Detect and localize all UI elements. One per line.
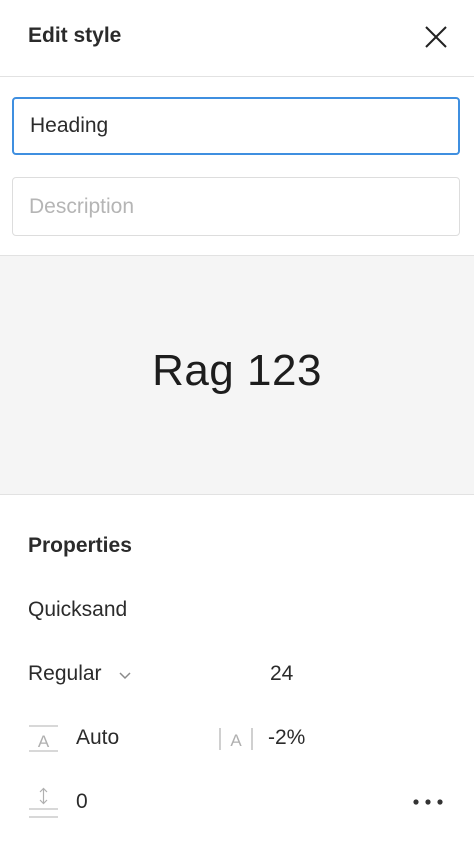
font-weight-select[interactable]: Regular: [28, 662, 102, 686]
paragraph-spacing-input[interactable]: 0: [76, 790, 88, 814]
header: Edit style: [0, 0, 474, 77]
letter-spacing-icon: A: [217, 726, 255, 752]
line-height-icon: A: [28, 724, 60, 754]
properties-heading: Properties: [28, 534, 132, 557]
preview-text: Rag 123: [152, 346, 322, 395]
svg-text:A: A: [230, 731, 242, 750]
font-family-select[interactable]: Quicksand: [28, 598, 127, 622]
panel-title: Edit style: [28, 24, 122, 47]
chevron-down-icon[interactable]: [117, 669, 133, 681]
more-options-icon[interactable]: [408, 792, 448, 812]
letter-spacing-input[interactable]: -2%: [268, 726, 305, 750]
paragraph-spacing-icon: [28, 786, 60, 820]
svg-text:A: A: [38, 732, 50, 751]
close-icon[interactable]: [419, 20, 453, 54]
description-input[interactable]: [12, 177, 460, 236]
line-height-input[interactable]: Auto: [76, 726, 119, 750]
style-name-input[interactable]: [12, 97, 460, 155]
font-size-input[interactable]: 24: [270, 662, 293, 686]
text-style-preview: Rag 123: [0, 255, 474, 495]
